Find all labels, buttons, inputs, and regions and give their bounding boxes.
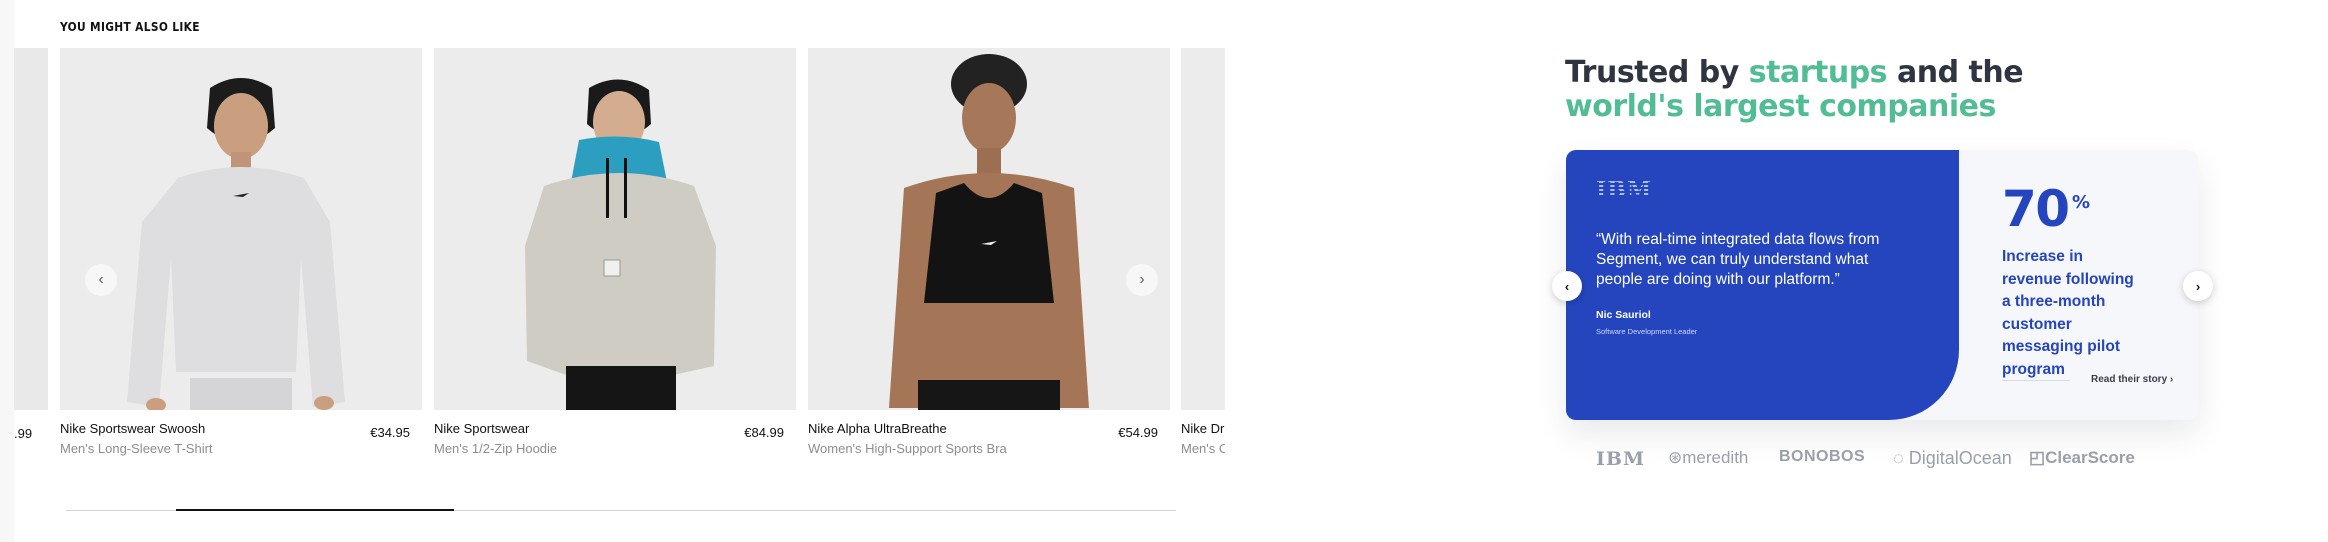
product-image[interactable] — [434, 48, 796, 410]
person-role: Software Development Leader — [1596, 327, 1698, 336]
edge-strip — [0, 0, 14, 542]
carousel-scrollbar-thumb[interactable] — [176, 509, 454, 511]
read-story-link[interactable]: Read their story › — [2091, 374, 2173, 385]
headline-text: Trusted by — [1565, 55, 1749, 90]
logo-meredith: ⊛meredith — [1668, 448, 1748, 468]
digitalocean-mark-icon: ◌ — [1893, 448, 1904, 468]
product-name[interactable]: Nike Sportswear — [434, 421, 529, 436]
headline-text: and the — [1887, 55, 2024, 90]
product-name[interactable]: Nike Sportswear Swoosh — [60, 421, 205, 436]
product-subtitle: Women's High-Support Sports Bra — [808, 441, 1007, 456]
product-price: €84.99 — [744, 425, 784, 440]
person-name: Nic Sauriol — [1596, 309, 1651, 321]
product-price: €34.95 — [370, 425, 410, 440]
testimonial-quote: “With real-time integrated data flows fr… — [1596, 231, 1880, 288]
chevron-left-icon: ‹ — [98, 271, 104, 288]
chevron-right-icon: › — [2195, 278, 2201, 294]
product-image[interactable]: › — [808, 48, 1170, 410]
chevron-left-icon: ‹ — [1564, 278, 1570, 294]
logo-digitalocean: ◌ DigitalOcean — [1893, 448, 2012, 469]
logo-bonobos: BONOBOS — [1779, 448, 1866, 465]
stat-unit: % — [2072, 192, 2091, 213]
stat-description: Increase in revenue following a three-mo… — [2002, 248, 2134, 378]
stat-value: 70 — [2002, 180, 2070, 238]
logo-digitalocean-text: DigitalOcean — [1908, 448, 2012, 468]
product-image[interactable]: ‹ — [60, 48, 422, 410]
product-card[interactable]: ‹ Nike Sportswear Swoosh €34.95 Men's Lo… — [60, 48, 422, 456]
logo-clearscore-text: ClearScore — [2045, 448, 2135, 467]
section-title: YOU MIGHT ALSO LIKE — [60, 19, 200, 34]
testimonial-next-button[interactable]: › — [2183, 271, 2213, 301]
peek-product-subtitle-right: Men's C — [1181, 441, 1225, 456]
section-headline: Trusted by startups and the world's larg… — [1565, 55, 2024, 124]
product-card[interactable]: Nike Sportswear €84.99 Men's 1/2-Zip Hoo… — [434, 48, 796, 456]
headline-highlight: world's largest companies — [1565, 89, 1996, 124]
product-carousel: YOU MIGHT ALSO LIKE .99 Nike Dri Men's C… — [0, 0, 1225, 542]
testimonial-card: IBM “With real-time integrated data flow… — [1566, 150, 2198, 420]
testimonial-section: Trusted by startups and the world's larg… — [1225, 0, 2328, 542]
peek-product-image-right[interactable] — [1181, 48, 1225, 410]
company-logo: IBM — [1596, 177, 1653, 203]
product-price: €54.99 — [1118, 425, 1158, 440]
testimonial-quote-panel: IBM “With real-time integrated data flow… — [1566, 150, 1959, 420]
product-name[interactable]: Nike Alpha UltraBreathe — [808, 421, 947, 436]
testimonial-prev-button[interactable]: ‹ — [1552, 271, 1582, 301]
product-photo-sports-bra — [808, 48, 1170, 410]
clearscore-mark-icon: ◰ — [2029, 448, 2046, 467]
peek-product-price-left: .99 — [14, 426, 33, 441]
customer-logos: IBM ⊛meredith BONOBOS ◌ DigitalOcean ◰Cl… — [1596, 448, 2176, 474]
product-subtitle: Men's 1/2-Zip Hoodie — [434, 441, 558, 456]
carousel-next-button[interactable]: › — [1126, 264, 1158, 296]
product-photo-hoodie — [434, 48, 796, 410]
carousel-prev-button[interactable]: ‹ — [85, 264, 117, 296]
chevron-right-icon: › — [1139, 271, 1145, 288]
peek-product-image-left[interactable] — [14, 48, 48, 410]
chevron-right-icon: › — [2169, 374, 2174, 385]
logo-meredith-text: meredith — [1682, 448, 1749, 467]
read-story-label: Read their story — [2091, 374, 2168, 385]
logo-clearscore: ◰ClearScore — [2029, 448, 2135, 468]
meredith-mark-icon: ⊛ — [1668, 448, 1683, 467]
product-card[interactable]: › Nike Alpha UltraBreathe €54.99 Women's… — [808, 48, 1170, 456]
logo-ibm: IBM — [1596, 448, 1645, 470]
peek-product-name-right: Nike Dri — [1181, 421, 1225, 436]
product-photo-long-sleeve-tee — [60, 48, 422, 410]
divider — [2002, 380, 2070, 381]
product-subtitle: Men's Long-Sleeve T-Shirt — [60, 441, 213, 456]
headline-highlight: startups — [1748, 55, 1888, 90]
